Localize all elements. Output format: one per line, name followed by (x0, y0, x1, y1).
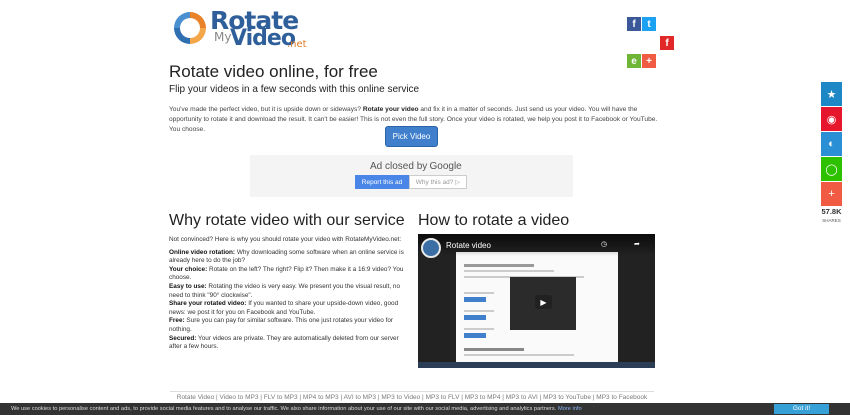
footer-link[interactable]: MP3 to Facebook (596, 394, 647, 401)
ad-placeholder: Ad closed by Google Report this ad Why t… (250, 155, 573, 197)
footer-link[interactable]: MP3 to MP4 (465, 394, 501, 401)
social-share-flipboard: f (660, 36, 674, 50)
video-preview: ▶ (510, 277, 576, 330)
social-share-top-row: f t (627, 17, 656, 31)
footer-link[interactable]: MP3 to Video (381, 394, 420, 401)
play-icon[interactable]: ▶ (535, 295, 552, 309)
why-this-ad-button[interactable]: Why this ad? ▷ (409, 175, 467, 189)
why-item: Easy to use: Rotating the video is very … (169, 282, 401, 299)
logo-word-video: Video (230, 26, 296, 51)
share-count: 57.8K SHARES (821, 207, 842, 223)
tutorial-video-embed[interactable]: Rotate video ◷ ➦ ▶ (418, 234, 655, 368)
why-item: Secured: Your videos are private. They a… (169, 334, 399, 351)
weibo-icon[interactable]: ◉ (821, 107, 842, 131)
twitter-icon[interactable]: t (642, 17, 656, 31)
report-ad-button[interactable]: Report this ad (355, 175, 409, 189)
watch-later-icon[interactable]: ◷ (601, 240, 607, 248)
footer-link[interactable]: Rotate Video (177, 394, 214, 401)
why-item: Online video rotation: Why downloading s… (169, 248, 404, 265)
video-taskbar (418, 362, 655, 368)
share-icon[interactable]: ➦ (634, 240, 640, 248)
plus-icon[interactable]: + (642, 54, 656, 68)
evernote-icon[interactable]: e (627, 54, 641, 68)
logo-word-my: My (214, 30, 232, 44)
footer-link[interactable]: FLV to MP3 (264, 394, 298, 401)
rotate-logo-icon (174, 12, 206, 44)
cookie-banner: We use cookies to personalise content an… (0, 403, 850, 415)
tencent-icon[interactable]: ◐ (821, 132, 842, 156)
video-title[interactable]: Rotate video (446, 241, 491, 250)
pick-video-button[interactable]: Pick Video (385, 126, 438, 147)
flipboard-icon[interactable]: f (660, 36, 674, 50)
footer-links: Rotate Video | Video to MP3 | FLV to MP3… (176, 394, 648, 401)
footer-link[interactable]: Video to MP3 (220, 394, 259, 401)
intro-bold: Rotate your video (362, 106, 419, 113)
why-section-body: Not convinced? Here is why you should ro… (169, 236, 404, 352)
footer-link[interactable]: MP3 to AVI (506, 394, 538, 401)
footer-link[interactable]: MP3 to YouTube (543, 394, 591, 401)
channel-avatar[interactable] (421, 238, 441, 258)
footer-link[interactable]: MP4 to MP3 (303, 394, 339, 401)
why-item: Free: Sure you can pay for similar softw… (169, 317, 394, 333)
footer-divider (170, 391, 654, 392)
cookie-text: We use cookies to personalise content an… (11, 406, 557, 412)
how-section-heading: How to rotate a video (418, 212, 570, 229)
page-title: Rotate video online, for free (169, 62, 378, 81)
footer-link[interactable]: MP3 to FLV (426, 394, 460, 401)
cookie-accept-button[interactable]: Got it! (774, 404, 829, 414)
why-section-heading: Why rotate video with our service (169, 212, 405, 229)
social-share-bottom-row: e + (627, 54, 656, 68)
why-item: Share your rotated video: If you wanted … (169, 300, 399, 316)
footer-link[interactable]: AVI to MP3 (344, 394, 376, 401)
floating-share-bar: ★ ◉ ◐ ◯ + 57.8K SHARES (821, 82, 842, 225)
site-logo[interactable]: Rotate My Video .net (170, 6, 320, 52)
wechat-icon[interactable]: ◯ (821, 157, 842, 181)
why-list: Online video rotation: Why downloading s… (169, 249, 404, 352)
google-wordmark: Google (429, 161, 462, 172)
why-item: Your choice: Rotate on the left? The rig… (169, 265, 404, 282)
plus-icon[interactable]: + (821, 182, 842, 206)
star-icon[interactable]: ★ (821, 82, 842, 106)
logo-word-net: .net (287, 39, 307, 50)
cookie-more-info-link[interactable]: More info (558, 406, 582, 412)
facebook-icon[interactable]: f (627, 17, 641, 31)
why-lead: Not convinced? Here is why you should ro… (169, 236, 402, 243)
ad-closed-label: Ad closed by Google (370, 161, 462, 172)
page-subtitle: Flip your videos in a few seconds with t… (169, 84, 420, 95)
